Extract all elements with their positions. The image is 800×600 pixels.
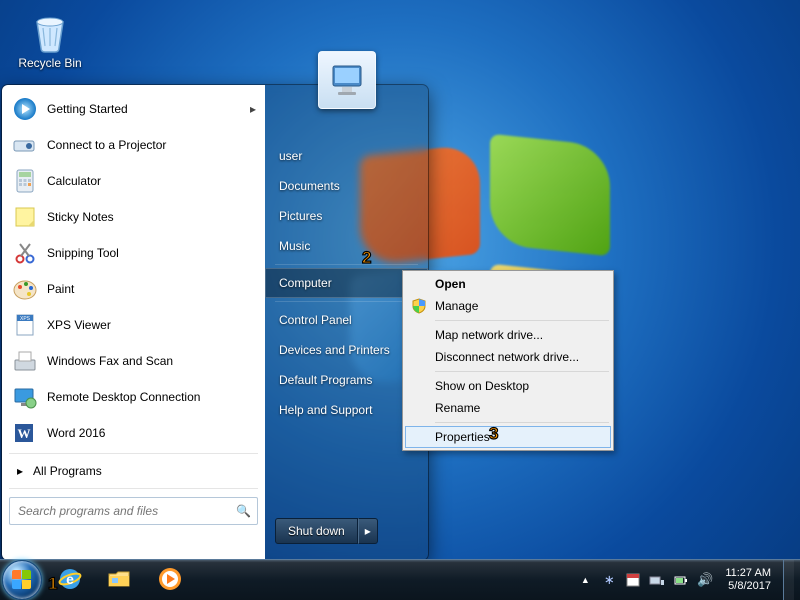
shutdown-button[interactable]: Shut down (275, 518, 358, 544)
start-item-sticky-notes[interactable]: Sticky Notes (3, 199, 264, 235)
submenu-arrow-icon: ▸ (250, 102, 256, 116)
search-box[interactable]: 🔍 (9, 497, 258, 525)
start-item-label: XPS Viewer (47, 318, 111, 332)
search-icon: 🔍 (236, 504, 251, 518)
ie-icon: e (57, 566, 83, 595)
start-item-label: Windows Fax and Scan (47, 354, 173, 368)
taskbar: e ▲ ∗ 🔊 11:27 AM 5/8/2017 (0, 559, 800, 600)
context-menu: Open Manage Map network drive... Disconn… (402, 270, 614, 451)
tray-show-hidden-icon[interactable]: ▲ (577, 572, 593, 588)
desktop-icon-label: Recycle Bin (18, 56, 81, 70)
start-item-projector[interactable]: Connect to a Projector (3, 127, 264, 163)
desktop-icon-recycle-bin[interactable]: Recycle Bin (12, 8, 88, 70)
tray-time: 11:27 AM (725, 567, 771, 580)
word-icon: W (11, 419, 39, 447)
start-item-label: Connect to a Projector (47, 138, 166, 152)
start-item-label: Word 2016 (47, 426, 105, 440)
desktop[interactable]: Recycle Bin Getting Started ▸ Connect to… (0, 0, 800, 600)
start-right-music[interactable]: Music (265, 231, 428, 261)
start-item-label: Remote Desktop Connection (47, 390, 200, 404)
start-right-documents[interactable]: Documents (265, 171, 428, 201)
tray-date: 5/8/2017 (725, 580, 771, 593)
tray-network-icon[interactable] (649, 572, 665, 588)
calculator-icon (11, 167, 39, 195)
start-item-label: Snipping Tool (47, 246, 119, 260)
start-item-fax-scan[interactable]: Windows Fax and Scan (3, 343, 264, 379)
start-right-pictures[interactable]: Pictures (265, 201, 428, 231)
snipping-tool-icon (11, 239, 39, 267)
start-button[interactable] (2, 560, 42, 600)
start-menu: Getting Started ▸ Connect to a Projector… (2, 85, 428, 560)
start-item-getting-started[interactable]: Getting Started ▸ (3, 91, 264, 127)
taskbar-explorer[interactable] (98, 564, 142, 596)
show-desktop-button[interactable] (783, 560, 794, 600)
all-programs-label: All Programs (33, 464, 102, 478)
windows-logo-icon (12, 570, 32, 590)
start-item-paint[interactable]: Paint (3, 271, 264, 307)
xps-viewer-icon: XPS (11, 311, 39, 339)
start-menu-left: Getting Started ▸ Connect to a Projector… (2, 85, 265, 560)
paint-icon (11, 275, 39, 303)
start-item-snipping-tool[interactable]: Snipping Tool (3, 235, 264, 271)
svg-text:e: e (66, 571, 74, 587)
separator (9, 453, 258, 454)
separator (435, 422, 609, 423)
getting-started-icon (11, 95, 39, 123)
computer-monitor-icon (325, 58, 369, 102)
taskbar-ie[interactable]: e (48, 564, 92, 596)
media-player-icon (157, 566, 183, 595)
start-item-label: Paint (47, 282, 74, 296)
separator (9, 488, 258, 489)
tray-bluetooth-icon[interactable]: ∗ (601, 572, 617, 588)
all-programs[interactable]: ▸ All Programs (3, 456, 264, 486)
ctx-rename[interactable]: Rename (405, 397, 611, 419)
shield-icon (411, 298, 427, 314)
shutdown-group: Shut down ▸ (275, 518, 418, 544)
separator (275, 301, 418, 302)
all-programs-arrow-icon: ▸ (17, 464, 23, 478)
recycle-bin-icon (27, 8, 73, 54)
svg-text:W: W (18, 426, 31, 441)
ctx-properties[interactable]: Properties (405, 426, 611, 448)
tray-action-center-icon[interactable] (625, 572, 641, 588)
shutdown-options-button[interactable]: ▸ (358, 518, 378, 544)
separator (275, 264, 418, 265)
ctx-manage[interactable]: Manage (405, 295, 611, 317)
search-input[interactable] (16, 503, 236, 519)
start-item-label: Sticky Notes (47, 210, 114, 224)
start-item-xps-viewer[interactable]: XPS XPS Viewer (3, 307, 264, 343)
remote-desktop-icon (11, 383, 39, 411)
folder-icon (107, 568, 133, 593)
start-item-label: Getting Started (47, 102, 128, 116)
start-item-label: Calculator (47, 174, 101, 188)
separator (435, 320, 609, 321)
tray-clock[interactable]: 11:27 AM 5/8/2017 (721, 567, 775, 593)
start-item-calculator[interactable]: Calculator (3, 163, 264, 199)
ctx-map-drive[interactable]: Map network drive... (405, 324, 611, 346)
separator (435, 371, 609, 372)
chevron-right-icon: ▸ (365, 524, 371, 538)
system-tray: ▲ ∗ 🔊 11:27 AM 5/8/2017 (577, 560, 800, 600)
start-item-word[interactable]: W Word 2016 (3, 415, 264, 451)
fax-scan-icon (11, 347, 39, 375)
ctx-disconnect-drive[interactable]: Disconnect network drive... (405, 346, 611, 368)
start-item-remote-desktop[interactable]: Remote Desktop Connection (3, 379, 264, 415)
svg-text:XPS: XPS (20, 316, 31, 322)
ctx-show-desktop[interactable]: Show on Desktop (405, 375, 611, 397)
taskbar-media-player[interactable] (148, 564, 192, 596)
ctx-open[interactable]: Open (405, 273, 611, 295)
projector-icon (11, 131, 39, 159)
user-avatar[interactable] (318, 51, 376, 109)
start-right-user[interactable]: user (265, 141, 428, 171)
sticky-notes-icon (11, 203, 39, 231)
tray-power-icon[interactable] (673, 572, 689, 588)
tray-volume-icon[interactable]: 🔊 (697, 572, 713, 588)
